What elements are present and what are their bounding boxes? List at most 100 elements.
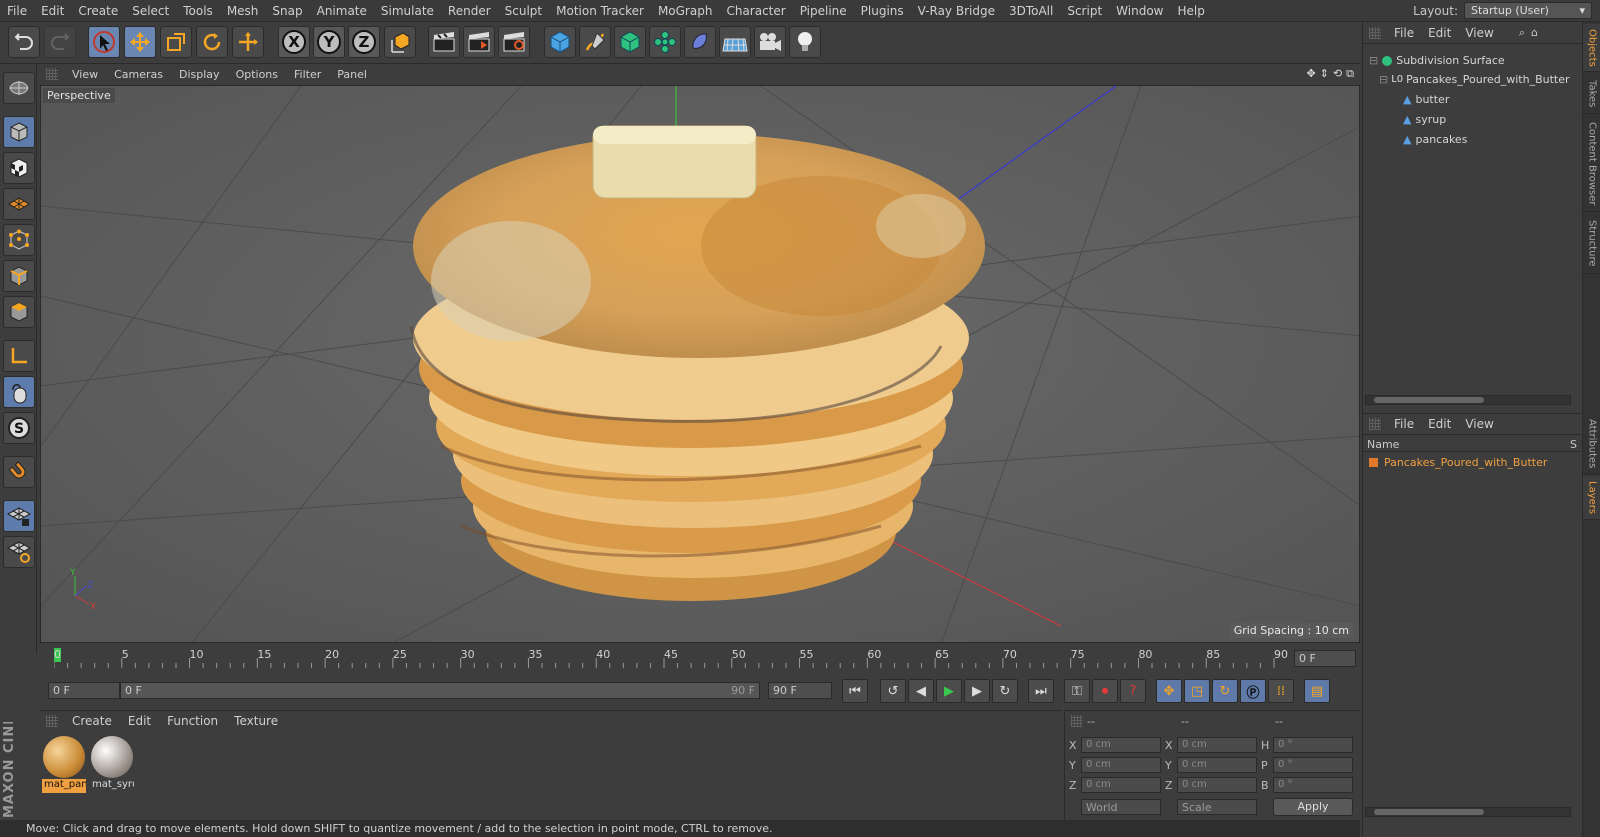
add-spline-pen-button[interactable] — [579, 26, 611, 58]
object-item-butter[interactable]: ▲ butter — [1363, 90, 1569, 109]
workplane-mode-button[interactable] — [3, 188, 35, 220]
add-camera-button[interactable] — [754, 26, 786, 58]
position-z-field[interactable]: 0 cm — [1081, 777, 1161, 793]
planar-workplane-button[interactable] — [3, 536, 35, 568]
tree-expand-icon[interactable]: ⊟ — [1369, 54, 1378, 67]
keyframe-selection-button[interactable]: ? — [1120, 679, 1146, 703]
layer-item[interactable]: Pancakes_Poured_with_Butter — [1363, 453, 1569, 472]
panel-grip-icon[interactable] — [1369, 26, 1381, 39]
menu-mesh[interactable]: Mesh — [220, 4, 266, 18]
layers-menu-view[interactable]: View — [1458, 417, 1500, 431]
tweak-mode-button[interactable] — [3, 376, 35, 408]
apply-button[interactable]: Apply — [1273, 798, 1353, 816]
add-deformer-button[interactable] — [684, 26, 716, 58]
points-mode-button[interactable] — [3, 224, 35, 256]
render-settings-button[interactable] — [498, 26, 530, 58]
rotation-h-field[interactable]: 0 ° — [1273, 737, 1353, 753]
object-item-pancakes-group[interactable]: ⊟ L0 Pancakes_Poured_with_Butter — [1363, 70, 1570, 89]
object-item-pancakes[interactable]: ▲ pancakes — [1363, 130, 1569, 149]
search-icon[interactable]: ⌕ — [1519, 26, 1525, 40]
size-z-field[interactable]: 0 cm — [1177, 777, 1257, 793]
make-editable-button[interactable] — [3, 72, 35, 104]
snap-button[interactable]: S — [3, 412, 35, 444]
tab-attributes[interactable]: Attributes — [1583, 414, 1600, 474]
timeline-window-button[interactable]: ▤ — [1304, 679, 1330, 703]
material-swatch-syrup[interactable]: mat_syrup — [90, 735, 134, 797]
menu-pipeline[interactable]: Pipeline — [793, 4, 854, 18]
menu-character[interactable]: Character — [719, 4, 792, 18]
3d-viewport[interactable]: Y Z X Perspective Grid Spacing : 10 cm — [40, 85, 1360, 643]
layers-column-name[interactable]: Name — [1367, 438, 1399, 451]
viewport-menu-options[interactable]: Options — [228, 68, 286, 81]
layout-dropdown[interactable]: Startup (User) ▾ — [1464, 2, 1592, 19]
menu-plugins[interactable]: Plugins — [854, 4, 911, 18]
record-rotation-button[interactable]: ↻ — [1212, 679, 1238, 703]
size-y-field[interactable]: 0 cm — [1177, 757, 1257, 773]
menu-script[interactable]: Script — [1060, 4, 1109, 18]
viewport-menu-filter[interactable]: Filter — [286, 68, 329, 81]
previous-key-button[interactable]: ↺ — [880, 679, 906, 703]
frame-range-slider[interactable]: 0 F 90 F — [120, 682, 760, 699]
tab-layers[interactable]: Layers — [1583, 476, 1600, 520]
menu-animate[interactable]: Animate — [310, 4, 374, 18]
play-forward-button[interactable]: ▶ — [936, 679, 962, 703]
next-key-button[interactable]: ↻ — [992, 679, 1018, 703]
model-mode-button[interactable] — [3, 116, 35, 148]
zoom-view-icon[interactable]: ⇕ — [1320, 67, 1329, 81]
polygons-mode-button[interactable] — [3, 296, 35, 328]
next-frame-button[interactable]: ▶ — [964, 679, 990, 703]
transform-tool-button[interactable] — [232, 26, 264, 58]
menu-render[interactable]: Render — [441, 4, 498, 18]
timeline-ruler[interactable]: 0 5 10 15 20 25 30 35 40 45 50 55 60 65 70 75 80 85 90 0 F — [40, 646, 1360, 672]
viewport-menu-display[interactable]: Display — [171, 68, 228, 81]
panel-grip-icon[interactable] — [1071, 715, 1083, 727]
current-frame-field[interactable]: 0 F — [1294, 650, 1356, 667]
menu-motion-tracker[interactable]: Motion Tracker — [549, 4, 651, 18]
toggle-view-icon[interactable]: ⧉ — [1346, 67, 1354, 81]
record-keyframes-button[interactable]: ⚿ — [1064, 679, 1090, 703]
menu-create[interactable]: Create — [71, 4, 125, 18]
object-item-syrup[interactable]: ▲ syrup — [1363, 110, 1569, 129]
autokeying-button[interactable]: ⏺ — [1092, 679, 1118, 703]
render-to-picture-viewer-button[interactable] — [463, 26, 495, 58]
layers-menu-edit[interactable]: Edit — [1421, 417, 1458, 431]
menu-select[interactable]: Select — [125, 4, 176, 18]
layers-menu-file[interactable]: File — [1387, 417, 1421, 431]
redo-button[interactable] — [44, 26, 76, 58]
pancake-stack[interactable] — [409, 134, 985, 601]
panel-grip-icon[interactable] — [46, 68, 58, 80]
menu-mograph[interactable]: MoGraph — [651, 4, 720, 18]
record-point-level-button[interactable]: ⁞⁞ — [1268, 679, 1294, 703]
menu-edit[interactable]: Edit — [34, 4, 71, 18]
scale-tool-button[interactable] — [160, 26, 192, 58]
menu-vray-bridge[interactable]: V-Ray Bridge — [911, 4, 1002, 18]
menu-file[interactable]: File — [0, 4, 34, 18]
texture-mode-button[interactable] — [3, 152, 35, 184]
layer-color-swatch[interactable] — [1369, 458, 1378, 467]
scrollbar-thumb[interactable] — [1374, 397, 1484, 403]
tab-structure[interactable]: Structure — [1583, 214, 1600, 274]
material-menu-function[interactable]: Function — [159, 714, 226, 728]
objects-horizontal-scrollbar[interactable] — [1365, 395, 1571, 405]
panel-grip-icon[interactable] — [46, 715, 58, 727]
tab-takes[interactable]: Takes — [1583, 74, 1600, 114]
add-cube-button[interactable] — [544, 26, 576, 58]
tab-content-browser[interactable]: Content Browser — [1583, 116, 1600, 212]
axis-y-lock-button[interactable]: Y — [313, 26, 345, 58]
tab-objects[interactable]: Objects — [1583, 24, 1600, 72]
locked-workplane-button[interactable] — [3, 500, 35, 532]
layers-horizontal-scrollbar[interactable] — [1365, 807, 1571, 817]
end-frame-field[interactable]: 90 F — [768, 682, 832, 699]
record-scale-button[interactable]: ◳ — [1184, 679, 1210, 703]
object-item-subdivision-surface[interactable]: ⊟ Subdivision Surface — [1363, 51, 1569, 70]
objects-menu-view[interactable]: View — [1458, 26, 1500, 40]
record-position-button[interactable]: ✥ — [1156, 679, 1182, 703]
panel-grip-icon[interactable] — [1369, 418, 1381, 430]
pan-view-icon[interactable]: ✥ — [1306, 67, 1315, 81]
rotation-p-field[interactable]: 0 ° — [1273, 757, 1353, 773]
material-menu-edit[interactable]: Edit — [120, 714, 159, 728]
position-y-field[interactable]: 0 cm — [1081, 757, 1161, 773]
objects-menu-edit[interactable]: Edit — [1421, 26, 1458, 40]
magnet-button[interactable] — [3, 456, 35, 488]
move-tool-button[interactable] — [124, 26, 156, 58]
